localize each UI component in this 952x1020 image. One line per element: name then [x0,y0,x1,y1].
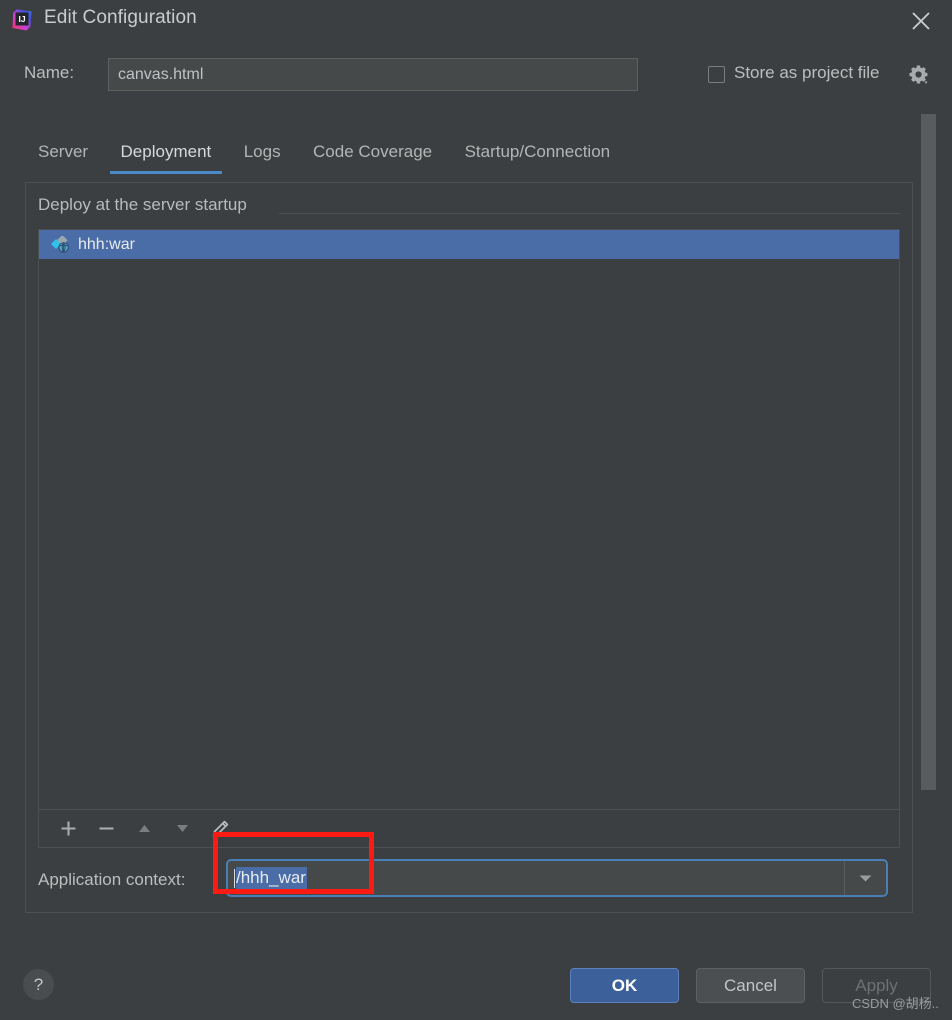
application-context-input[interactable]: /hhh_war [228,861,844,895]
application-context-label: Application context: [38,870,186,889]
name-input[interactable] [108,58,638,91]
deployment-list[interactable]: hhh:war [38,229,900,810]
svg-text:IJ: IJ [18,14,25,24]
intellij-idea-logo-icon: IJ [10,8,34,32]
tab-deployment[interactable]: Deployment [107,138,226,174]
gear-icon[interactable] [908,64,930,86]
text-caret [234,868,235,888]
edit-button[interactable] [201,814,239,844]
artifact-war-icon [51,234,71,254]
application-context-combobox[interactable]: /hhh_war [226,859,888,897]
name-label: Name: [24,63,75,82]
tab-logs[interactable]: Logs [230,138,295,174]
help-button[interactable]: ? [23,969,54,1000]
watermark: CSDN @胡杨.. [852,996,939,1011]
group-separator [279,213,900,214]
dialog-title: Edit Configuration [44,7,197,28]
tab-server[interactable]: Server [24,138,102,174]
close-icon[interactable] [908,8,934,34]
ok-button[interactable]: OK [570,968,679,1003]
move-up-button[interactable] [125,814,163,844]
remove-button[interactable] [87,814,125,844]
list-item-label: hhh:war [78,235,135,253]
add-button[interactable] [49,814,87,844]
configuration-tabs: Server Deployment Logs Code Coverage Sta… [24,138,624,176]
dialog-titlebar: IJ Edit Configuration [0,0,952,42]
store-as-project-file-label[interactable]: Store as project file [734,63,880,83]
tab-startup-connection[interactable]: Startup/Connection [451,138,625,174]
chevron-down-icon[interactable] [844,861,886,895]
edit-configuration-dialog: IJ Edit Configuration Name: Store as pro… [0,0,952,1020]
tab-code-coverage[interactable]: Code Coverage [299,138,446,174]
deployment-list-toolbar [38,810,900,848]
cancel-button[interactable]: Cancel [696,968,805,1003]
store-as-project-file-checkbox[interactable] [708,66,725,83]
move-down-button[interactable] [163,814,201,844]
application-context-value: /hhh_war [236,866,307,890]
dialog-scrollbar-thumb[interactable] [921,114,936,790]
deploy-group-title: Deploy at the server startup [38,195,255,215]
list-item[interactable]: hhh:war [39,230,899,259]
deployment-panel: Deploy at the server startup hhh:war App… [25,182,913,913]
